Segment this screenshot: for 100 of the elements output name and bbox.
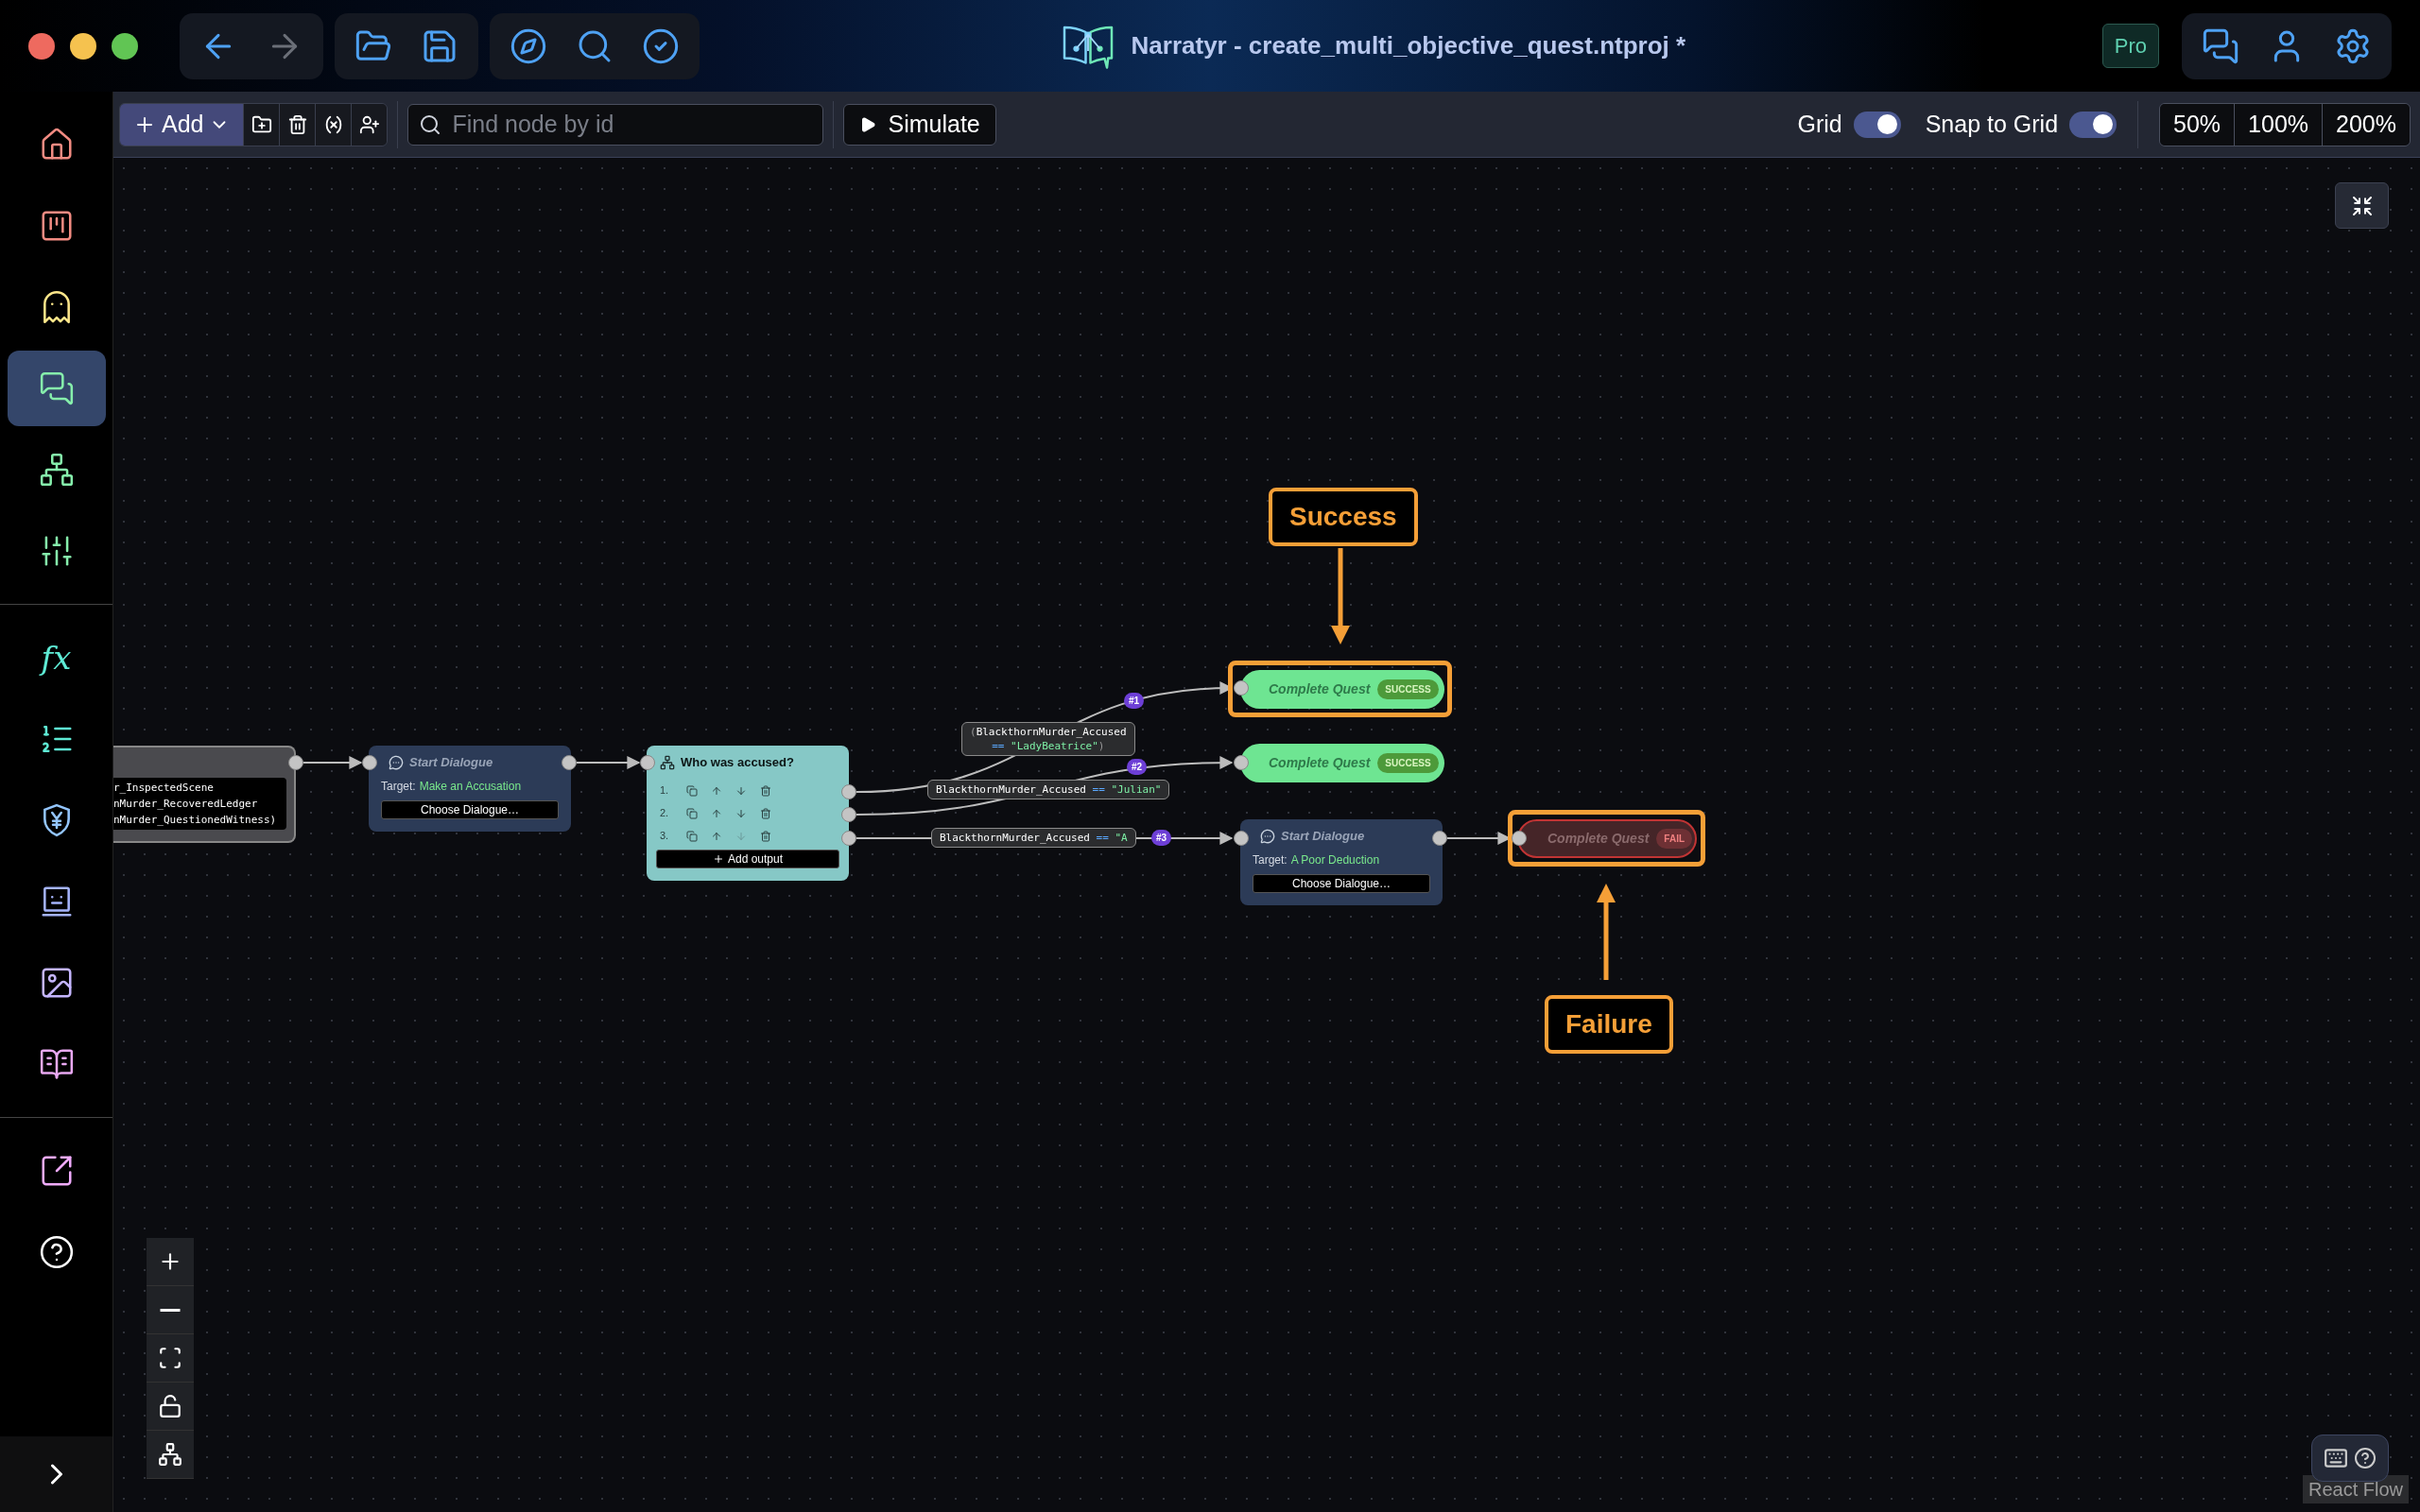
- move-down-icon[interactable]: [735, 807, 747, 819]
- maximize-window-button[interactable]: [112, 32, 138, 60]
- target-label: Target:: [1253, 851, 1288, 868]
- add-output-button[interactable]: Add output: [656, 849, 839, 868]
- connection-handle[interactable]: [562, 755, 577, 770]
- chat-bubbles-icon: [2202, 26, 2239, 65]
- duplicate-icon[interactable]: [686, 830, 698, 842]
- connection-handle[interactable]: [288, 755, 303, 770]
- help-icon: [38, 1234, 75, 1270]
- add-character-button[interactable]: [351, 103, 388, 146]
- target-label: Target:: [381, 778, 416, 795]
- unlocked-padlock-icon: [158, 1394, 182, 1418]
- delete-button[interactable]: [279, 103, 316, 146]
- connection-handle[interactable]: [841, 831, 856, 846]
- pro-badge: Pro: [2101, 24, 2159, 68]
- variables-button[interactable]: [315, 103, 352, 146]
- add-button[interactable]: Add: [120, 103, 244, 146]
- condition-label: (BlackthornMurder_Accused == "LadyBeatrice"): [961, 722, 1135, 756]
- compass-icon: [510, 26, 547, 65]
- hierarchy-icon: [660, 754, 675, 770]
- zoom-preset-button[interactable]: 100%: [2234, 103, 2323, 146]
- minus-icon: [159, 1308, 182, 1312]
- grid-toggle[interactable]: [1853, 111, 1901, 138]
- variable-icon: [323, 113, 344, 135]
- dialogue-node[interactable]: Start Dialogue Target: Make an Accusation Choose Dialogue…: [369, 746, 571, 832]
- condition-line: r_InspectedScene: [113, 781, 215, 796]
- search-field[interactable]: Find node by id: [407, 103, 824, 146]
- zoom-preset-button[interactable]: 200%: [2322, 103, 2410, 146]
- connection-handle[interactable]: [1234, 831, 1249, 846]
- hierarchy-icon: [38, 452, 75, 488]
- move-up-icon[interactable]: [711, 784, 722, 797]
- node-title: Who was accused?: [681, 754, 794, 771]
- window-title: Narratyr - create_multi_objective_quest.ntproj *: [1131, 30, 1686, 61]
- collapse-button[interactable]: [2335, 182, 2389, 229]
- delete-icon[interactable]: [760, 830, 771, 842]
- duplicate-icon[interactable]: [686, 784, 698, 797]
- search-icon: [419, 112, 442, 136]
- dialogue-node[interactable]: Start Dialogue Target: A Poor Deduction Choose Dialogue…: [1240, 819, 1443, 905]
- branch-node[interactable]: Who was accused? 1. 2. 3. Add output: [647, 746, 849, 881]
- settings-icon: [2334, 26, 2372, 65]
- target-value: Make an Accusation: [419, 778, 522, 795]
- sidebar-item[interactable]: fx: [7, 620, 106, 696]
- delete-icon[interactable]: [760, 807, 771, 819]
- node-title: Complete Quest: [1547, 830, 1650, 848]
- connection-handle[interactable]: [362, 755, 377, 770]
- check-circle-icon: [642, 26, 680, 65]
- edge-badge: #2: [1127, 759, 1148, 775]
- node-title: Complete Quest: [1269, 754, 1371, 772]
- move-up-icon[interactable]: [711, 830, 722, 842]
- keyboard-icon[interactable]: [2324, 1446, 2348, 1470]
- connection-handle[interactable]: [1234, 755, 1249, 770]
- complete-quest-node[interactable]: Complete Quest FAIL: [1517, 819, 1697, 858]
- move-down-icon[interactable]: [735, 784, 747, 797]
- node-title: Start Dialogue: [1281, 828, 1365, 845]
- chevron-right-icon: [50, 1464, 62, 1485]
- output-index: 1.: [659, 783, 670, 799]
- hierarchy-icon: [158, 1442, 182, 1467]
- edge-arrow: [302, 756, 363, 769]
- move-up-icon[interactable]: [711, 807, 722, 819]
- shrink-icon: [2350, 194, 2374, 217]
- outcome-badge: SUCCESS: [1377, 679, 1439, 699]
- snap-to-grid-label: Snap to Grid: [1925, 109, 2059, 139]
- condition-label: BlackthornMurder_Accused == "A: [931, 828, 1136, 848]
- connection-handle[interactable]: [1432, 831, 1447, 846]
- snap-to-grid-toggle[interactable]: [2069, 111, 2118, 138]
- simulate-button[interactable]: Simulate: [843, 103, 996, 146]
- output-index: 2.: [659, 806, 670, 821]
- node-title: Complete Quest: [1269, 680, 1371, 698]
- connection-handle[interactable]: [640, 755, 655, 770]
- choose-dialogue-button[interactable]: Choose Dialogue…: [1253, 873, 1430, 893]
- help-icon[interactable]: [2354, 1447, 2377, 1469]
- plus-icon: [712, 852, 724, 865]
- minimize-window-button[interactable]: [70, 32, 96, 60]
- delete-icon[interactable]: [760, 784, 771, 797]
- callout-label: Failure: [1545, 995, 1673, 1054]
- speech-bubble-icon: [1260, 828, 1275, 844]
- node-title: Start Dialogue: [409, 754, 493, 771]
- connection-handle[interactable]: [1234, 680, 1249, 696]
- close-window-button[interactable]: [28, 32, 55, 60]
- connection-handle[interactable]: [841, 807, 856, 822]
- outcome-badge: FAIL: [1656, 829, 1693, 849]
- user-plus-icon: [359, 113, 380, 135]
- edge-badge: #1: [1124, 693, 1145, 709]
- duplicate-icon[interactable]: [686, 807, 698, 819]
- sidebar-item[interactable]: [7, 351, 106, 426]
- new-folder-button[interactable]: [243, 103, 280, 146]
- output-index: 3.: [659, 829, 670, 844]
- condition-label: BlackthornMurder_Accused == "Julian": [927, 780, 1170, 799]
- grid-label: Grid: [1797, 109, 1842, 139]
- play-icon: [859, 115, 877, 133]
- edge-badge: #3: [1151, 830, 1172, 846]
- folder-plus-icon: [251, 113, 272, 135]
- edge-arrow: [576, 756, 641, 769]
- zoom-preset-button[interactable]: 50%: [2160, 103, 2235, 146]
- target-value: A Poor Deduction: [1290, 851, 1380, 868]
- connection-handle[interactable]: [841, 784, 856, 799]
- chat-icon: [38, 370, 75, 406]
- condition-node[interactable]: r_InspectedScene nMurder_RecoveredLedger nMurder_QuestionedWitness): [113, 746, 296, 843]
- choose-dialogue-button[interactable]: Choose Dialogue…: [381, 799, 559, 819]
- speech-bubble-icon: [389, 754, 404, 770]
